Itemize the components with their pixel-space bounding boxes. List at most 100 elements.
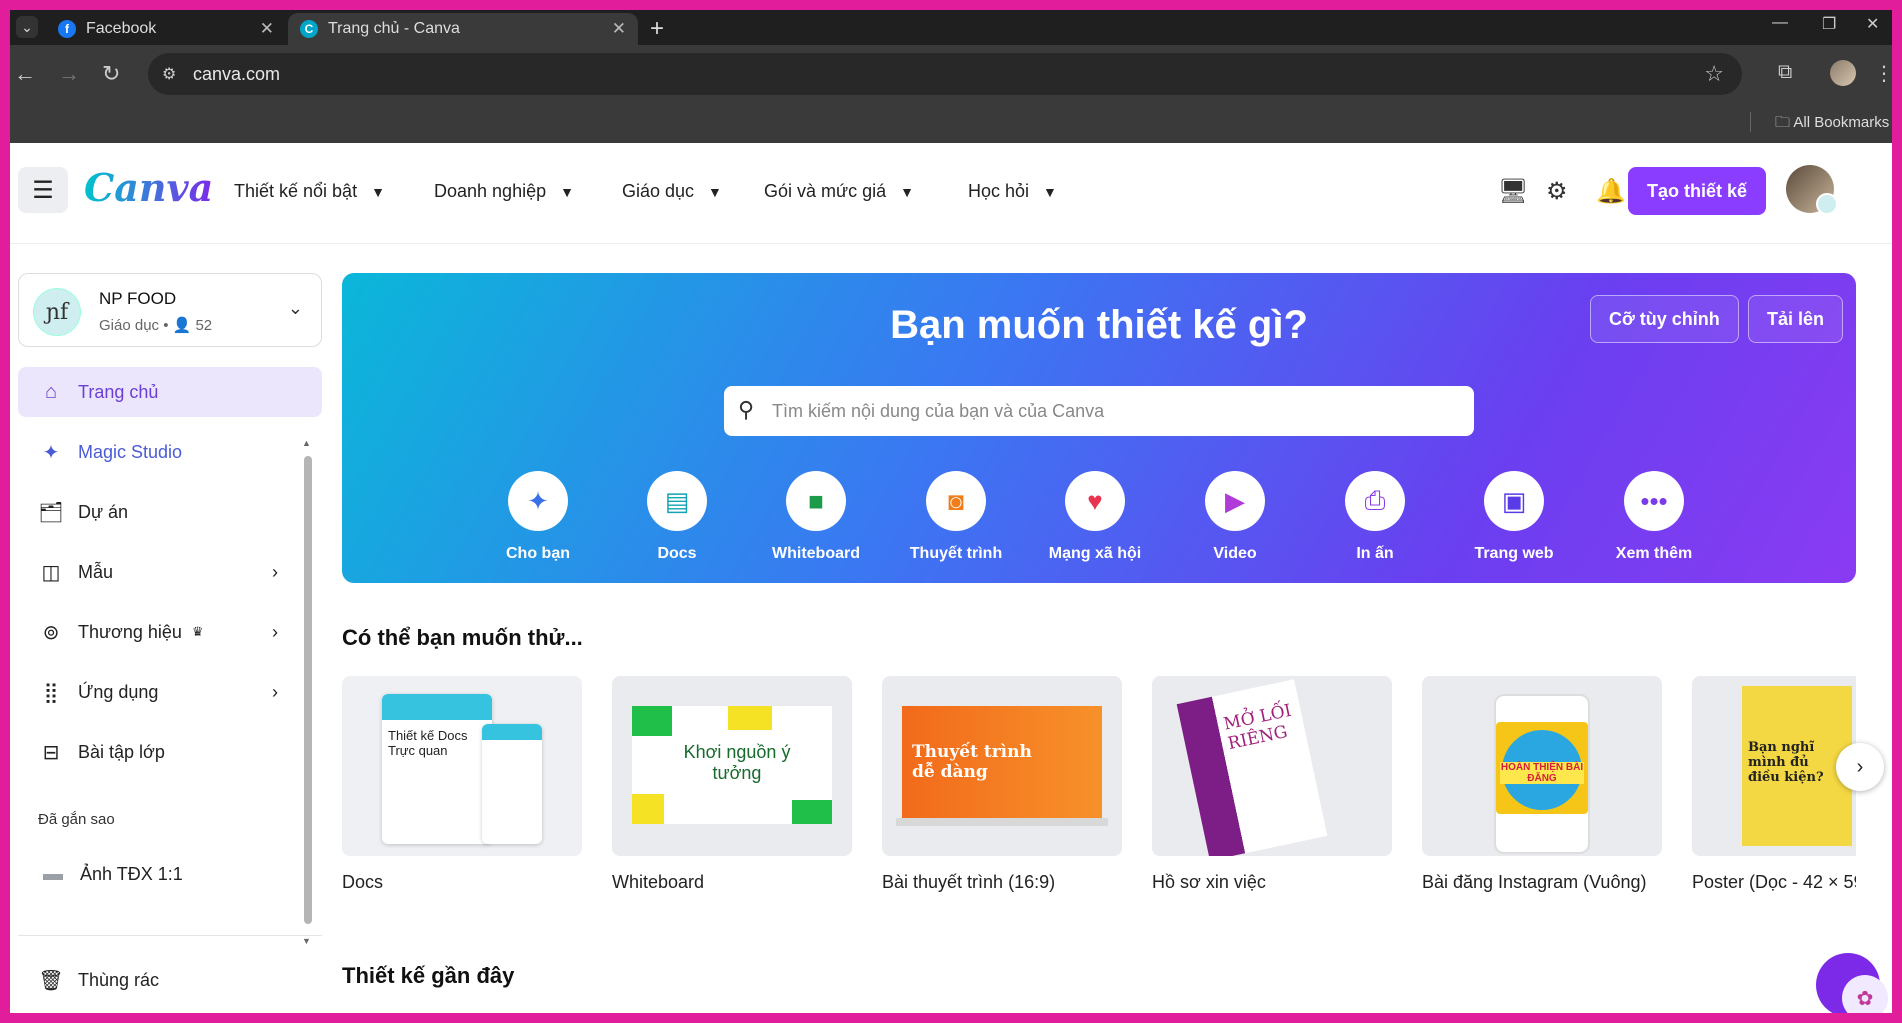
tab-search-button[interactable]: ⌄ — [16, 16, 38, 38]
upload-button[interactable]: Tải lên — [1748, 295, 1844, 343]
card-thumbnail: Khơi nguồn ý tưởng — [612, 676, 852, 856]
menu-dots-icon[interactable]: ⋮ — [1874, 61, 1892, 86]
card-name: Poster (Dọc - 42 × 59,4 cm) — [1692, 872, 1856, 892]
create-design-button[interactable]: Tạo thiết kế — [1628, 167, 1766, 215]
address-bar[interactable]: ⚙ canva.com ☆ — [148, 53, 1742, 95]
search-box[interactable]: ⚲ — [724, 386, 1474, 436]
suggestion-card-poster[interactable]: Bạn nghĩ mình đủ điều kiện? Poster (Dọc … — [1692, 676, 1856, 893]
suggestions-title: Có thể bạn muốn thử... — [342, 625, 583, 650]
resume-preview: MỞ LỐI RIÊNG — [1176, 679, 1328, 856]
chevron-down-icon: ▼ — [371, 184, 385, 200]
nav-education[interactable]: Giáo dục ▼ — [622, 181, 722, 202]
sidebar-item-trash[interactable]: 🗑 Thùng rác — [18, 955, 322, 1005]
scrollbar-thumb[interactable] — [304, 456, 312, 924]
nav-learn[interactable]: Học hỏi ▼ — [968, 181, 1057, 202]
card-thumbnail: MỞ LỐI RIÊNG — [1152, 676, 1392, 856]
sidebar-item-magic-studio[interactable]: ✦ Magic Studio — [18, 427, 322, 477]
sidebar-item-brand[interactable]: ⊚ Thương hiệu ♛ › — [18, 607, 322, 657]
starred-item-folder[interactable]: ▬ Ảnh TĐX 1:1 — [18, 849, 322, 899]
restore-icon[interactable]: ❐ — [1822, 14, 1836, 34]
sidebar-item-projects[interactable]: 🗂 Dự án — [18, 487, 322, 537]
category-social[interactable]: ♥ Mạng xã hội — [1035, 471, 1155, 563]
category-for-you[interactable]: ✦ Cho bạn — [478, 471, 598, 563]
scroll-up-icon[interactable]: ▲ — [302, 438, 311, 448]
custom-size-button[interactable]: Cỡ tùy chỉnh — [1590, 295, 1739, 343]
home-icon: ⌂ — [44, 380, 58, 403]
sparkle-icon: ✦ — [508, 471, 568, 531]
bookmarks-bar: 🗀 All Bookmarks — [10, 103, 1892, 143]
header-divider — [10, 243, 1892, 244]
category-presentation[interactable]: ◙ Thuyết trình — [896, 471, 1016, 563]
thumbnail-text: MỞ LỐI RIÊNG — [1221, 700, 1294, 755]
card-thumbnail: HOÀN THIỆN BÀI ĐĂNG — [1422, 676, 1662, 856]
hamburger-menu-button[interactable]: ☰ — [18, 167, 68, 213]
video-icon: ▶ — [1205, 471, 1265, 531]
extensions-icon[interactable]: ⧉ — [1778, 61, 1792, 84]
tab-canva[interactable]: C Trang chủ - Canva ✕ — [288, 13, 638, 45]
suggestion-card-docs[interactable]: Thiết kế Docs Trực quan Docs — [342, 676, 582, 893]
nav-featured-design[interactable]: Thiết kế nổi bật ▼ — [234, 181, 385, 202]
magic-assistant-button[interactable]: ✿ — [1816, 953, 1888, 1013]
team-name: NP FOOD — [99, 289, 177, 308]
thumbnail-text: HOÀN THIỆN BÀI ĐĂNG — [1500, 762, 1584, 784]
nav-business[interactable]: Doanh nghiệp ▼ — [434, 181, 574, 202]
sidebar-item-assignments[interactable]: ⊟ Bài tập lớp — [18, 727, 322, 777]
tab-facebook[interactable]: f Facebook ✕ — [46, 13, 286, 45]
sidebar-item-apps[interactable]: ⣿ Ứng dụng › — [18, 667, 322, 717]
reload-icon[interactable]: ↻ — [102, 61, 120, 87]
sidebar-item-templates[interactable]: ◫ Mẫu › — [18, 547, 322, 597]
canva-logo[interactable]: Canva — [84, 165, 213, 210]
sidebar-item-label: Bài tập lớp — [78, 741, 165, 762]
desktop-app-icon[interactable]: 🖥 — [1498, 177, 1528, 206]
suggestion-card-presentation[interactable]: Thuyết trình dễ dàng Bài thuyết trình (1… — [882, 676, 1122, 893]
bookmark-star-icon[interactable]: ☆ — [1704, 61, 1724, 87]
back-icon[interactable]: ← — [14, 61, 36, 87]
chevron-down-icon: ▼ — [560, 184, 574, 200]
recent-designs-title: Thiết kế gần đây — [342, 963, 515, 988]
carousel-next-button[interactable]: › — [1836, 743, 1884, 791]
sidebar-item-label: Trang chủ — [78, 381, 159, 402]
close-icon[interactable]: ✕ — [612, 19, 626, 39]
team-switcher[interactable]: ɲf NP FOOD Giáo dục • 👤 52 ⌄ — [18, 273, 322, 347]
user-avatar[interactable] — [1786, 165, 1838, 215]
settings-gear-icon[interactable]: ⚙ — [1546, 177, 1568, 206]
category-more[interactable]: ••• Xem thêm — [1594, 471, 1714, 563]
chevron-down-icon: ▼ — [708, 184, 722, 200]
notification-bell-icon[interactable]: 🔔 — [1596, 177, 1626, 206]
sidebar-item-label: Magic Studio — [78, 441, 183, 462]
forward-icon[interactable]: → — [58, 61, 80, 87]
category-whiteboard[interactable]: ■ Whiteboard — [756, 471, 876, 563]
scroll-down-icon[interactable]: ▼ — [302, 936, 311, 946]
minimize-icon[interactable]: — — [1772, 14, 1788, 32]
close-window-icon[interactable]: ✕ — [1866, 14, 1879, 34]
presentation-icon: ◙ — [926, 471, 986, 531]
browser-window: ⌄ f Facebook ✕ C Trang chủ - Canva ✕ + —… — [10, 10, 1892, 1013]
category-website[interactable]: ▣ Trang web — [1454, 471, 1574, 563]
category-label: Cho bạn — [506, 545, 570, 562]
suggestion-card-resume[interactable]: MỞ LỐI RIÊNG Hồ sơ xin việc — [1152, 676, 1392, 893]
suggestion-card-whiteboard[interactable]: Khơi nguồn ý tưởng Whiteboard — [612, 676, 852, 893]
browser-profile-avatar[interactable] — [1830, 60, 1856, 86]
chevron-right-icon: › — [272, 681, 278, 702]
folder-icon: 🗂 — [38, 501, 64, 524]
search-input[interactable] — [772, 386, 1462, 436]
category-print[interactable]: ⎙ In ấn — [1315, 471, 1435, 563]
category-video[interactable]: ▶ Video — [1175, 471, 1295, 563]
suggestion-card-instagram[interactable]: HOÀN THIỆN BÀI ĐĂNG Bài đăng Instagram (… — [1422, 676, 1662, 893]
site-settings-icon[interactable]: ⚙ — [162, 64, 176, 84]
category-docs[interactable]: ▤ Docs — [617, 471, 737, 563]
nav-pricing[interactable]: Gói và mức giá ▼ — [764, 181, 914, 202]
team-logo: ɲf — [33, 288, 81, 336]
sidebar-scrollbar[interactable]: ▲ ▼ — [301, 438, 315, 948]
sidebar-item-home[interactable]: ⌂ Trang chủ — [18, 367, 322, 417]
sidebar-item-label: Thương hiệu — [78, 621, 182, 642]
tab-title: Facebook — [86, 20, 157, 37]
close-icon[interactable]: ✕ — [260, 19, 274, 39]
team-subtitle: Giáo dục • 👤 52 — [99, 317, 213, 334]
all-bookmarks-button[interactable]: 🗀 All Bookmarks — [1775, 112, 1889, 137]
canva-app: ☰ Canva Thiết kế nổi bật ▼ Doanh nghiệp ▼ … — [10, 143, 1892, 1013]
category-label: Docs — [657, 545, 697, 562]
new-tab-button[interactable]: + — [650, 15, 664, 43]
inbox-icon: ⊟ — [42, 741, 60, 764]
card-name: Bài thuyết trình (16:9) — [882, 872, 1056, 892]
